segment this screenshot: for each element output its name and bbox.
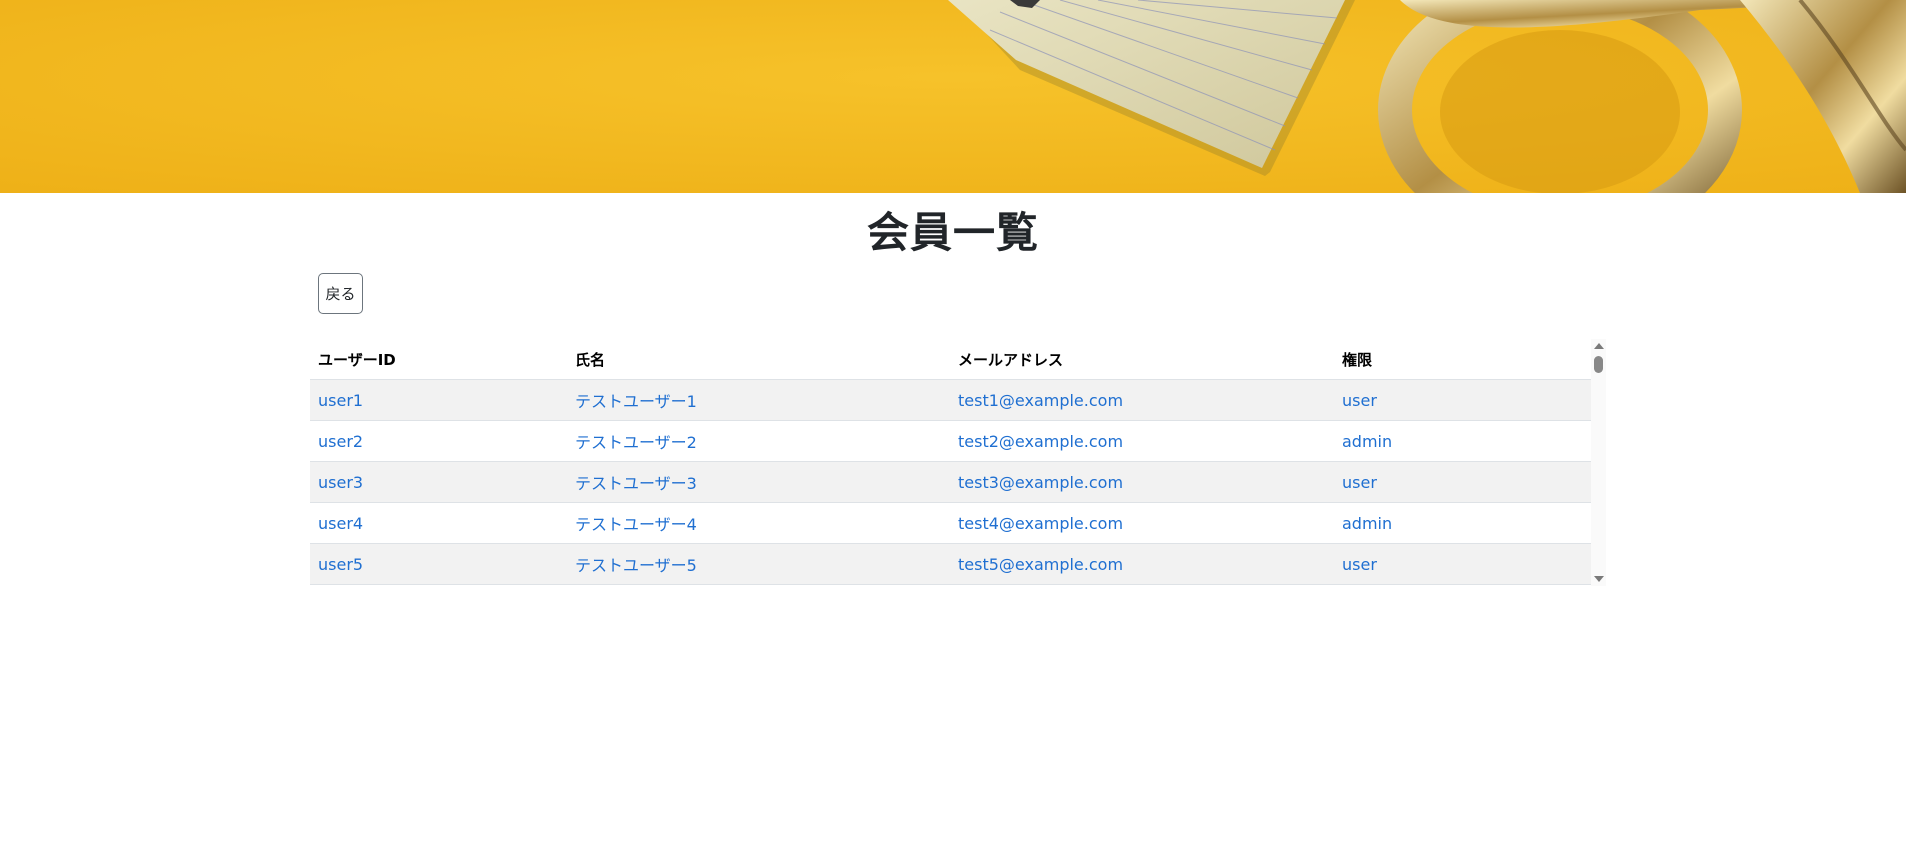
scrollbar-thumb[interactable] [1594,356,1603,373]
cell-role: admin [1334,420,1591,462]
table-row: user2 テストユーザー2 test2@example.com admin [310,420,1591,462]
email-link[interactable]: test5@example.com [958,555,1123,574]
role-link[interactable]: admin [1342,432,1392,451]
table-scrollbar[interactable] [1591,339,1606,586]
role-link[interactable]: user [1342,473,1377,492]
cell-name: テストユーザー5 [567,543,950,585]
hero-banner-image [0,0,1906,193]
email-link[interactable]: test4@example.com [958,514,1123,533]
cell-name: テストユーザー1 [567,379,950,421]
role-link[interactable]: user [1342,391,1377,410]
cell-email: test4@example.com [950,502,1334,544]
cell-name: テストユーザー2 [567,420,950,462]
table-header-row: ユーザーID 氏名 メールアドレス 権限 [310,339,1591,380]
header-email: メールアドレス [950,339,1334,380]
header-user-id: ユーザーID [310,339,567,380]
cell-email: test3@example.com [950,461,1334,503]
header-name: 氏名 [567,339,950,380]
name-link[interactable]: テストユーザー3 [575,474,697,493]
cell-email: test5@example.com [950,543,1334,585]
hero-illustration [0,0,1906,193]
email-link[interactable]: test2@example.com [958,432,1123,451]
scroll-up-arrow-icon[interactable] [1594,343,1604,349]
back-button[interactable]: 戻る [318,273,363,314]
table-row: user5 テストユーザー5 test5@example.com user [310,543,1591,585]
name-link[interactable]: テストユーザー5 [575,556,697,575]
scroll-down-arrow-icon[interactable] [1594,576,1604,582]
cell-name: テストユーザー4 [567,502,950,544]
email-link[interactable]: test3@example.com [958,473,1123,492]
cell-role: user [1334,543,1591,585]
member-table-container[interactable]: ユーザーID 氏名 メールアドレス 権限 user1 テストユーザー1 test… [310,339,1606,586]
table-row: user4 テストユーザー4 test4@example.com admin [310,502,1591,544]
cell-role: admin [1334,502,1591,544]
table-row: user3 テストユーザー3 test3@example.com user [310,461,1591,503]
user-id-link[interactable]: user4 [318,514,363,533]
cell-user-id: user1 [310,379,567,421]
member-table: ユーザーID 氏名 メールアドレス 権限 user1 テストユーザー1 test… [310,339,1591,585]
cell-name: テストユーザー3 [567,461,950,503]
cell-user-id: user4 [310,502,567,544]
user-id-link[interactable]: user3 [318,473,363,492]
page-title: 会員一覧 [866,208,1039,257]
cell-user-id: user3 [310,461,567,503]
cell-role: user [1334,461,1591,503]
table-row: user1 テストユーザー1 test1@example.com user [310,379,1591,421]
user-id-link[interactable]: user1 [318,391,363,410]
user-id-link[interactable]: user5 [318,555,363,574]
role-link[interactable]: admin [1342,514,1392,533]
header-role: 権限 [1334,339,1591,380]
name-link[interactable]: テストユーザー4 [575,515,697,534]
email-link[interactable]: test1@example.com [958,391,1123,410]
role-link[interactable]: user [1342,555,1377,574]
name-link[interactable]: テストユーザー1 [575,392,697,411]
cell-user-id: user2 [310,420,567,462]
name-link[interactable]: テストユーザー2 [575,433,697,452]
cell-role: user [1334,379,1591,421]
cell-email: test2@example.com [950,420,1334,462]
cell-email: test1@example.com [950,379,1334,421]
cell-user-id: user5 [310,543,567,585]
user-id-link[interactable]: user2 [318,432,363,451]
